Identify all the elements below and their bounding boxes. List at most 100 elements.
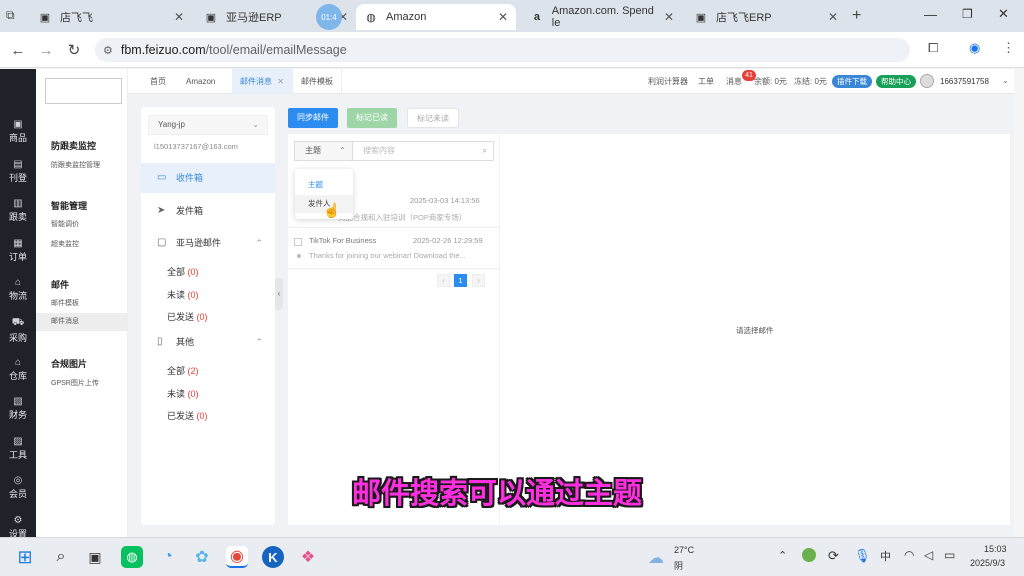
mark-read-button[interactable]: 标记已读: [347, 108, 397, 128]
restore-icon[interactable]: ❐: [962, 7, 973, 21]
wechat-icon[interactable]: ◍: [121, 546, 143, 568]
nav-tab-amazon[interactable]: Amazon: [178, 69, 223, 94]
menu-item[interactable]: 邮件模板: [51, 298, 79, 308]
other-mail-item[interactable]: ▯ 其他 ⌃: [141, 327, 275, 357]
speaker-icon[interactable]: ◁: [924, 548, 933, 562]
url-input[interactable]: ⚙ fbm.feizuo.com/tool/email/emailMessage: [95, 38, 910, 62]
collapse-handle[interactable]: ‹: [275, 278, 283, 310]
page-number-current[interactable]: 1: [454, 274, 467, 287]
other-sent-item[interactable]: 已发送 (0): [167, 409, 208, 422]
menu-item-selected[interactable]: 邮件消息: [36, 313, 128, 331]
image-icon: ▣: [205, 11, 217, 24]
nav-tab-email-template[interactable]: 邮件模板: [292, 69, 342, 94]
photos-icon[interactable]: ❖: [297, 546, 319, 568]
menu-group-title: 智能管理: [51, 201, 88, 211]
leftbar-item-listing[interactable]: ▤ 刊登: [0, 159, 36, 184]
search-icon[interactable]: ⌕: [50, 546, 72, 568]
leftbar-item-member[interactable]: ◎ 会员: [0, 475, 36, 500]
browser-tab-active[interactable]: ◍ Amazon ✕: [356, 4, 516, 30]
mark-unread-button[interactable]: 标记未读: [407, 108, 459, 128]
sync-mail-button[interactable]: 同步邮件: [288, 108, 338, 128]
other-unread-item[interactable]: 未读 (0): [167, 387, 199, 400]
back-icon[interactable]: ←: [8, 40, 28, 60]
chrome-icon[interactable]: ◉: [226, 546, 248, 568]
windows-start-icon[interactable]: ⊞: [14, 546, 36, 568]
menu-item[interactable]: 智能调价: [51, 219, 79, 229]
leftbar-item-follow-sell[interactable]: ▥ 跟卖: [0, 198, 36, 223]
menu-item[interactable]: GPSR图片上传: [51, 378, 99, 388]
more-menu-icon[interactable]: ⋮: [1002, 40, 1015, 56]
profit-calculator-link[interactable]: 利润计算器: [640, 69, 696, 94]
profile-icon[interactable]: ◉: [969, 40, 980, 56]
nav-tab-home[interactable]: 首页: [142, 69, 174, 94]
close-icon[interactable]: ✕: [498, 10, 508, 24]
close-icon[interactable]: ✕: [277, 77, 284, 86]
dropdown-option-subject[interactable]: 主题: [308, 179, 323, 190]
forward-icon[interactable]: →: [36, 40, 56, 60]
ime-indicator[interactable]: 中: [880, 548, 891, 564]
row-checkbox[interactable]: [294, 238, 302, 246]
prev-page-button[interactable]: ‹: [437, 274, 450, 287]
extensions-icon[interactable]: ⧠: [928, 40, 938, 56]
leftbar-label: 跟卖: [8, 212, 27, 223]
minimize-icon[interactable]: —: [924, 7, 937, 22]
next-page-button[interactable]: ›: [472, 274, 485, 287]
close-icon[interactable]: ✕: [828, 10, 838, 24]
leftbar-item-tools[interactable]: ▨ 工具: [0, 436, 36, 461]
sent-box-item[interactable]: ➤ 发件箱: [141, 196, 275, 226]
browser-tab[interactable]: a Amazon.com. Spend le ✕: [522, 4, 682, 30]
microphone-icon[interactable]: 🎙: [854, 548, 871, 564]
page-scrollbar[interactable]: [1014, 69, 1024, 537]
leftbar-item-orders[interactable]: ▦ 订单: [0, 238, 36, 263]
amazon-unread-item[interactable]: 未读 (0): [167, 288, 199, 301]
account-select[interactable]: Yang-jp ⌄: [148, 115, 268, 135]
window-close-icon[interactable]: ✕: [998, 6, 1009, 22]
close-icon[interactable]: ✕: [664, 10, 674, 24]
search-input[interactable]: 搜索内容 ⌕: [352, 141, 494, 161]
plugin-download-button[interactable]: 插件下载: [832, 75, 872, 88]
site-info-icon[interactable]: ⚙: [103, 44, 113, 57]
task-view-icon[interactable]: ▣: [84, 546, 106, 568]
weather-text: 阴: [674, 561, 684, 571]
chevron-down-icon[interactable]: ⌄: [1002, 76, 1009, 85]
leftbar-label: 工具: [8, 449, 27, 460]
wifi-icon[interactable]: ◠: [904, 548, 914, 562]
browser-tab[interactable]: ▣ 店飞飞ERP ✕: [686, 4, 846, 30]
leftbar-item-warehouse[interactable]: ⌂ 仓库: [0, 357, 36, 382]
amazon-all-item[interactable]: 全部 (0): [167, 265, 199, 278]
chat-icon[interactable]: ◔: [157, 546, 179, 568]
amazon-all-label: 全部: [167, 267, 186, 277]
amazon-mail-item[interactable]: ▢ 亚马逊邮件 ⌃: [141, 228, 275, 258]
app-icon[interactable]: ✿: [191, 546, 213, 568]
other-all-item[interactable]: 全部 (2): [167, 364, 199, 377]
inbox-item[interactable]: ▭ 收件箱: [141, 163, 275, 193]
search-field-select[interactable]: 主题 ⌃: [294, 141, 353, 161]
sync-icon[interactable]: ⟳: [828, 548, 839, 564]
leftbar-item-logistics[interactable]: ⌂ 物流: [0, 277, 36, 302]
amazon-sent-item[interactable]: 已发送 (0): [167, 310, 208, 323]
search-icon[interactable]: ⌕: [483, 142, 487, 160]
list-item[interactable]: TikTok For Business 2025-02-26 12:29:59 …: [288, 229, 499, 269]
help-center-button[interactable]: 帮助中心: [876, 75, 916, 88]
browser-tab[interactable]: ▣ 店飞飞 ✕: [30, 4, 192, 30]
function-menu: 防跟卖监控 防跟卖监控管理 智能管理 智能调价 超卖监控 邮件 邮件模板 邮件消…: [36, 69, 128, 537]
k-app-icon[interactable]: K: [262, 546, 284, 568]
count: (0): [187, 389, 199, 399]
new-tab-icon[interactable]: +: [852, 7, 861, 25]
tray-app-icon[interactable]: [802, 548, 816, 562]
search-placeholder: 搜索内容: [363, 146, 395, 155]
leftbar-item-purchase[interactable]: ⛟ 采购: [0, 317, 36, 344]
tab-search-icon[interactable]: ⧉: [6, 8, 15, 23]
leftbar-item-finance[interactable]: ▧ 财务: [0, 396, 36, 421]
leftbar-item-goods[interactable]: ▣ 商品: [0, 119, 36, 144]
battery-icon[interactable]: ▭: [944, 548, 955, 562]
reload-icon[interactable]: ↻: [64, 40, 84, 60]
menu-item[interactable]: 超卖监控: [51, 239, 79, 249]
menu-item[interactable]: 防跟卖监控管理: [51, 160, 100, 170]
close-icon[interactable]: ✕: [174, 10, 184, 24]
amazon-unread-label: 未读: [167, 290, 186, 300]
chevron-up-icon[interactable]: ⌃: [778, 549, 787, 562]
nav-tab-email-message[interactable]: 邮件消息 ✕: [232, 69, 292, 94]
message-preview: 商品合规和入驻培训（POP商家专场）: [338, 213, 467, 222]
leftbar-label: 刊登: [8, 172, 27, 183]
